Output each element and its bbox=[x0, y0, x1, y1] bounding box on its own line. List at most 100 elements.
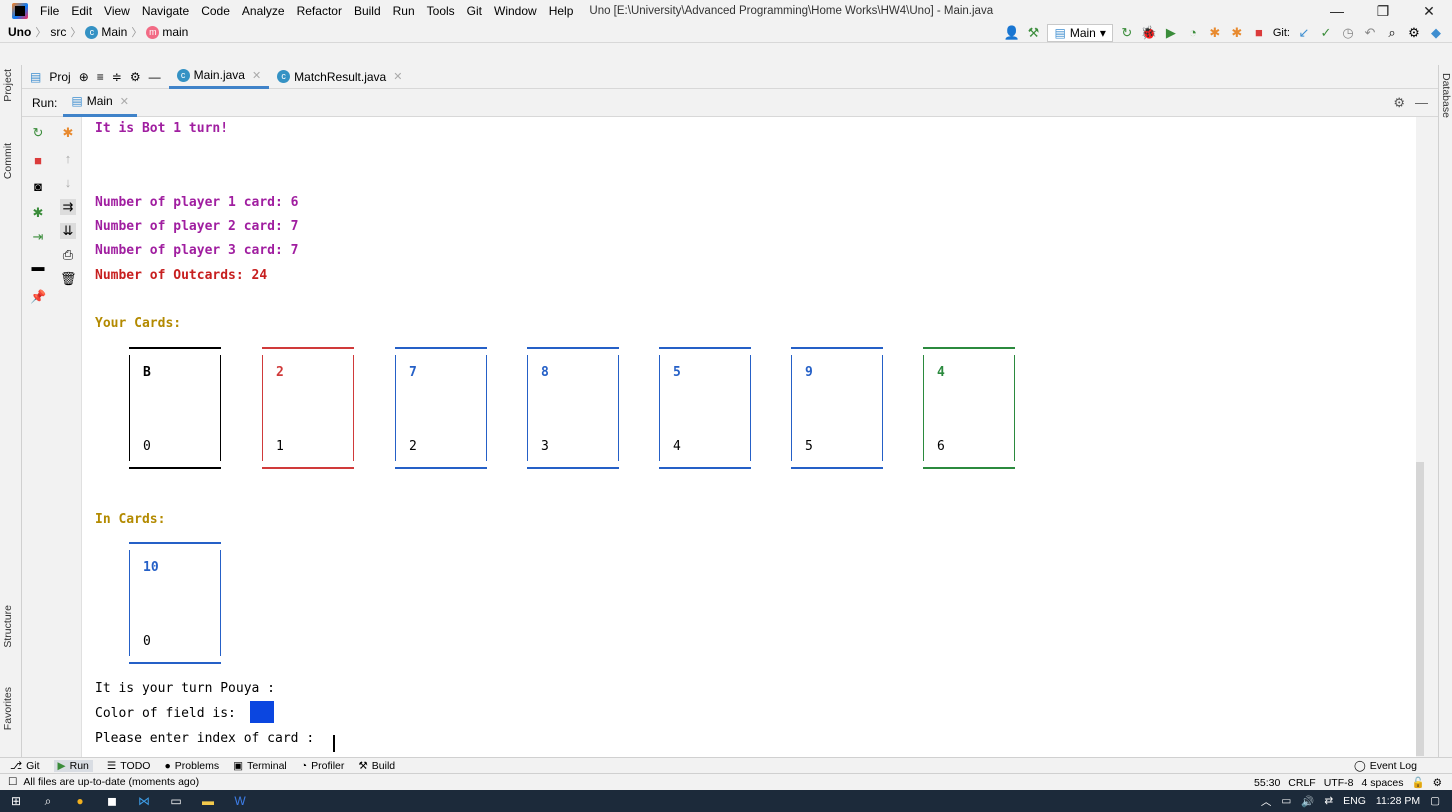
close-icon[interactable]: ✕ bbox=[252, 69, 261, 82]
line-separator[interactable]: CRLF bbox=[1288, 777, 1315, 789]
coverage-icon[interactable]: ▶ bbox=[1163, 25, 1179, 41]
expand-icon[interactable]: ☐ bbox=[8, 776, 17, 788]
menu-refactor[interactable]: Refactor bbox=[291, 0, 348, 22]
breadcrumb-src[interactable]: src bbox=[48, 25, 68, 39]
windows-start-icon[interactable]: ⊞ bbox=[0, 790, 32, 812]
hide-icon[interactable]: — bbox=[1415, 95, 1428, 111]
notifications-icon[interactable]: ▢ bbox=[1430, 795, 1440, 807]
up-arrow-icon[interactable]: ↑ bbox=[60, 151, 76, 167]
console-output[interactable]: It is Bot 1 turn! Number of player 1 car… bbox=[82, 117, 1416, 757]
stop-icon[interactable]: ■ bbox=[30, 153, 46, 169]
rerun-icon[interactable]: ↻ bbox=[30, 125, 46, 141]
debug-icon[interactable]: 🐞 bbox=[1141, 25, 1157, 41]
menu-view[interactable]: View bbox=[98, 0, 136, 22]
clock[interactable]: 11:28 PM bbox=[1376, 795, 1420, 807]
rerun-icon[interactable]: ↻ bbox=[1119, 25, 1135, 41]
git-commit-icon[interactable]: ✓ bbox=[1318, 25, 1334, 41]
git-update-icon[interactable]: ↙ bbox=[1296, 25, 1312, 41]
debug-running-icon[interactable]: ✱ bbox=[1229, 25, 1245, 41]
build-tool-button[interactable]: ⚒ Build bbox=[358, 760, 395, 772]
restore-button[interactable]: ❐ bbox=[1360, 0, 1406, 22]
event-log-button[interactable]: ◯ Event Log bbox=[1354, 758, 1417, 774]
run-tool-button[interactable]: ▶ Run bbox=[53, 759, 93, 772]
language-indicator[interactable]: ENG bbox=[1343, 795, 1366, 807]
git-rollback-icon[interactable]: ↶ bbox=[1362, 25, 1378, 41]
intellij-taskbar-icon[interactable]: ◼ bbox=[96, 790, 128, 812]
down-arrow-icon[interactable]: ↓ bbox=[60, 175, 76, 191]
git-history-icon[interactable]: ◷ bbox=[1340, 25, 1356, 41]
hide-icon[interactable]: — bbox=[149, 70, 161, 84]
terminal-tool-button[interactable]: ▣ Terminal bbox=[233, 760, 287, 772]
network-icon[interactable]: ⇄ bbox=[1324, 795, 1333, 807]
git-tool-button[interactable]: ⎇ Git bbox=[10, 760, 40, 772]
attach-icon[interactable]: ✱ bbox=[60, 125, 76, 141]
run-configuration-select[interactable]: ▤ Main ▾ bbox=[1047, 23, 1113, 42]
menu-run[interactable]: Run bbox=[387, 0, 421, 22]
run-tab-main[interactable]: ▤ Main ✕ bbox=[63, 89, 137, 117]
menu-window[interactable]: Window bbox=[488, 0, 543, 22]
jetbrains-toolbox-icon[interactable]: ◆ bbox=[1428, 25, 1444, 41]
menu-git[interactable]: Git bbox=[461, 0, 488, 22]
print-icon[interactable]: ⎙ bbox=[60, 247, 76, 263]
lock-icon[interactable]: 🔓 bbox=[1412, 776, 1425, 789]
breadcrumb-method[interactable]: m main bbox=[144, 25, 190, 39]
trash-icon[interactable]: 🗑 bbox=[60, 271, 77, 287]
indent-setting[interactable]: 4 spaces bbox=[1361, 777, 1403, 789]
database-tool-tab[interactable]: Database bbox=[1440, 73, 1452, 118]
close-button[interactable]: ✕ bbox=[1406, 0, 1452, 22]
menu-help[interactable]: Help bbox=[543, 0, 580, 22]
expand-all-icon[interactable]: ≡ bbox=[97, 70, 104, 84]
todo-tool-button[interactable]: ☰ TODO bbox=[107, 760, 151, 772]
console-scrollbar[interactable] bbox=[1416, 462, 1424, 756]
stop-icon[interactable]: ■ bbox=[1251, 25, 1267, 40]
menu-edit[interactable]: Edit bbox=[65, 0, 98, 22]
collapse-all-icon[interactable]: ≑ bbox=[112, 70, 122, 84]
layout-icon[interactable]: ▬ bbox=[30, 259, 46, 275]
favorites-tool-tab[interactable]: Favorites bbox=[2, 687, 14, 730]
structure-tool-tab[interactable]: Structure bbox=[2, 605, 14, 648]
minimize-button[interactable]: — bbox=[1314, 0, 1360, 22]
tab-matchresult-java[interactable]: c MatchResult.java ✕ bbox=[269, 65, 410, 89]
file-encoding[interactable]: UTF-8 bbox=[1324, 777, 1354, 789]
close-icon[interactable]: ✕ bbox=[393, 70, 402, 83]
volume-icon[interactable]: 🔊 bbox=[1301, 795, 1314, 808]
menu-code[interactable]: Code bbox=[195, 0, 236, 22]
camera-icon[interactable]: ◙ bbox=[30, 179, 46, 195]
gear-icon[interactable]: ⚙ bbox=[1393, 95, 1405, 111]
project-tool-header[interactable]: ▤ Proj ⊕ ≡ ≑ ⚙ — bbox=[22, 70, 169, 84]
profiler-tool-button[interactable]: ◔ Profiler bbox=[301, 760, 345, 772]
search-icon[interactable]: ⌕ bbox=[32, 790, 64, 812]
chevron-up-icon[interactable]: ︿ bbox=[1261, 794, 1272, 809]
battery-icon[interactable]: ▭ bbox=[1281, 795, 1291, 807]
chrome-icon[interactable]: ● bbox=[64, 790, 96, 812]
soft-wrap-icon[interactable]: ⇉ bbox=[60, 199, 76, 215]
menu-file[interactable]: File bbox=[34, 0, 65, 22]
problems-tool-button[interactable]: ● Problems bbox=[164, 760, 219, 772]
settings-icon[interactable]: ⚙ bbox=[1406, 25, 1422, 41]
input-caret[interactable] bbox=[333, 735, 335, 752]
commit-tool-tab[interactable]: Commit bbox=[2, 143, 14, 179]
debug-icon[interactable]: ✱ bbox=[30, 205, 46, 221]
terminal-icon[interactable]: ▭ bbox=[160, 790, 192, 812]
inspector-icon[interactable]: ⚙ bbox=[1433, 777, 1442, 789]
project-tool-tab[interactable]: Project bbox=[2, 69, 14, 102]
breadcrumb-class[interactable]: c Main bbox=[83, 25, 129, 39]
profile-icon[interactable]: ◔ bbox=[1185, 25, 1201, 40]
scroll-to-end-icon[interactable]: ⇊ bbox=[60, 223, 76, 239]
tab-main-java[interactable]: c Main.java ✕ bbox=[168, 65, 270, 89]
menu-navigate[interactable]: Navigate bbox=[136, 0, 195, 22]
breadcrumb-project[interactable]: Uno bbox=[0, 25, 33, 39]
gear-icon[interactable]: ⚙ bbox=[130, 70, 141, 84]
file-explorer-icon[interactable]: ▬ bbox=[192, 790, 224, 812]
attach-debugger-icon[interactable]: ✱ bbox=[1207, 25, 1223, 41]
user-icon[interactable]: 👤 bbox=[1003, 25, 1019, 41]
menu-analyze[interactable]: Analyze bbox=[236, 0, 291, 22]
word-icon[interactable]: W bbox=[224, 790, 256, 812]
menu-tools[interactable]: Tools bbox=[421, 0, 461, 22]
close-icon[interactable]: ✕ bbox=[120, 95, 129, 108]
build-hammer-icon[interactable]: ⚒ bbox=[1025, 25, 1041, 41]
cursor-position[interactable]: 55:30 bbox=[1254, 777, 1280, 789]
vscode-icon[interactable]: ⋈ bbox=[128, 790, 160, 812]
search-icon[interactable]: ⌕ bbox=[1384, 25, 1400, 41]
locate-icon[interactable]: ⊕ bbox=[79, 70, 89, 84]
